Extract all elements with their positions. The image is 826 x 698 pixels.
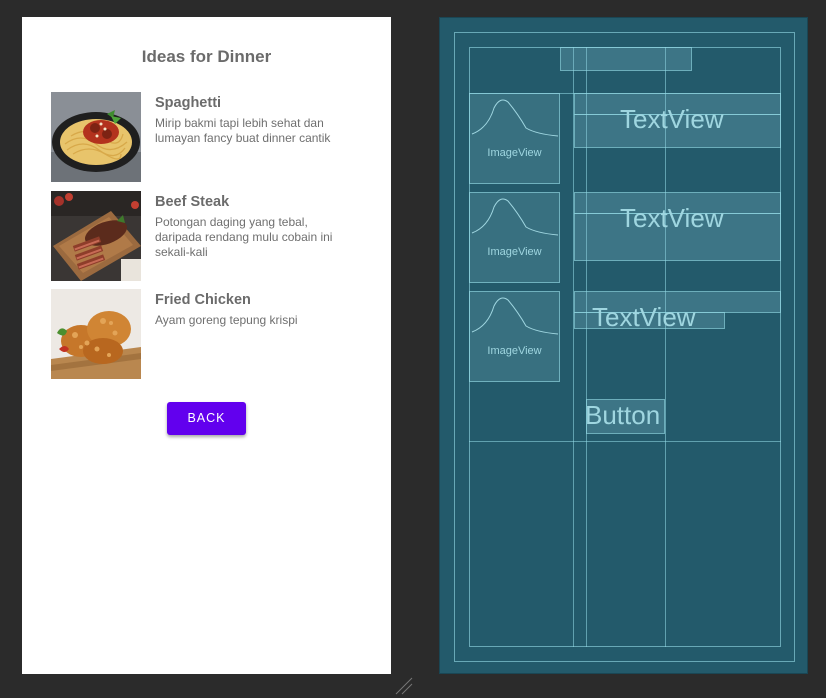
blueprint-textview-label: TextView xyxy=(620,104,724,134)
blueprint-guideline xyxy=(469,441,781,442)
back-button[interactable]: BACK xyxy=(167,402,246,435)
item-title: Fried Chicken xyxy=(155,292,251,308)
blueprint-imageview-label: ImageView xyxy=(487,246,542,258)
item-description: Mirip bakmi tapi lebih sehat dan lumayan… xyxy=(155,116,331,145)
list-item[interactable]: Beef Steak Potongan daging yang tebal, d… xyxy=(51,191,371,281)
screen-title: Ideas for Dinner xyxy=(141,47,272,66)
item-description: Ayam goreng tepung krispi xyxy=(155,313,298,327)
blueprint-imageview[interactable]: ImageView xyxy=(469,93,560,184)
blueprint-textview-label: TextView xyxy=(620,203,724,233)
blueprint-title-textview[interactable] xyxy=(560,47,692,71)
blueprint-textview-label: TextView xyxy=(592,302,696,332)
blueprint-imageview-label: ImageView xyxy=(487,345,542,357)
list-item[interactable]: Spaghetti Mirip bakmi tapi lebih sehat d… xyxy=(51,92,371,182)
blueprint-imageview-label: ImageView xyxy=(487,147,542,159)
item-title: Spaghetti xyxy=(155,95,222,111)
fried-chicken-image xyxy=(51,289,141,379)
spaghetti-image xyxy=(51,92,141,182)
beef-steak-image xyxy=(51,191,141,281)
blueprint-button-label: Button xyxy=(585,400,661,430)
design-surface: Ideas for Dinner Spaghetti Mirip bakmi t… xyxy=(22,17,391,674)
resize-handle-icon[interactable] xyxy=(394,676,414,696)
blueprint-imageview[interactable]: ImageView xyxy=(469,192,560,283)
list-item[interactable]: Fried Chicken Ayam goreng tepung krispi xyxy=(51,289,371,379)
item-description: Potongan daging yang tebal, daripada ren… xyxy=(155,215,333,259)
blueprint-imageview[interactable]: ImageView xyxy=(469,291,560,382)
item-title: Beef Steak xyxy=(155,194,230,210)
blueprint-surface: ImageView TextView ImageView TextView Im… xyxy=(439,17,808,674)
